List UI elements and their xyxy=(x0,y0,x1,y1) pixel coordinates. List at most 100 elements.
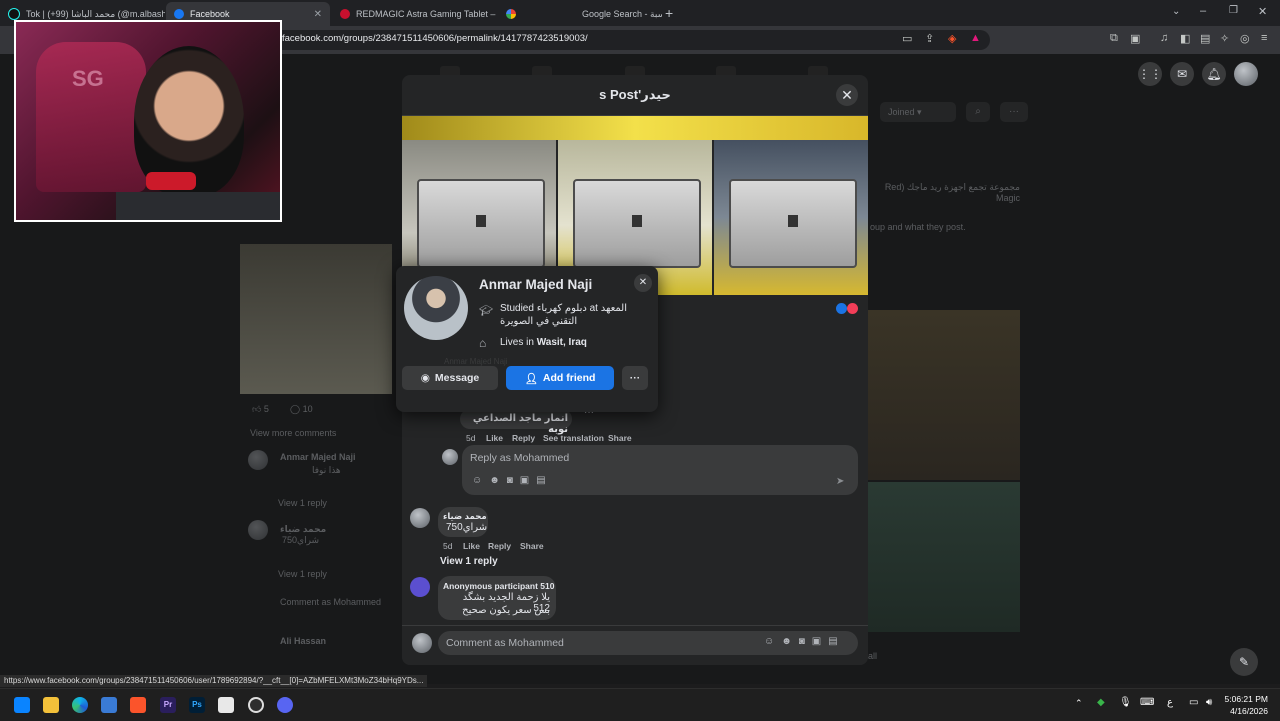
post-photo-dim xyxy=(240,244,392,394)
premiere-icon[interactable]: Pr xyxy=(160,697,176,713)
send-icon[interactable]: ➤ xyxy=(836,476,844,487)
reply-link[interactable]: Reply xyxy=(488,541,511,551)
joined-label: Joined xyxy=(888,107,915,117)
extensions-icon[interactable]: ⧉ xyxy=(1110,32,1118,45)
more-options-button[interactable]: ··· xyxy=(622,366,648,390)
messenger-icon: ◉ xyxy=(420,372,430,384)
bg-view-reply-link[interactable]: View 1 reply xyxy=(278,569,327,579)
graduation-cap-icon: 🎓︎ xyxy=(479,305,493,317)
close-window-icon[interactable]: ✕ xyxy=(1258,5,1267,18)
studied-info-line2: التقني في الصويرة xyxy=(500,316,578,327)
composer-toolbar-icons[interactable]: ☺☻◙▣▤ xyxy=(764,636,845,647)
tray-chevron-icon[interactable]: ⌃ xyxy=(1075,698,1083,709)
screenshot-icon[interactable]: ▣ xyxy=(1130,32,1140,45)
more-options-icon[interactable]: ··· xyxy=(1000,102,1028,122)
url-text[interactable]: facebook.com/groups/238471511450606/perm… xyxy=(282,33,588,44)
clock-date: 4/16/2026 xyxy=(1230,706,1268,716)
profile-name[interactable]: Anmar Majed Naji xyxy=(479,277,592,292)
windows-start-icon[interactable] xyxy=(14,697,30,713)
account-avatar[interactable] xyxy=(1234,62,1258,86)
microphone-icon[interactable]: 🎙︎ xyxy=(1119,697,1132,708)
system-clock[interactable]: 5:06:21 PM 4/16/2026 xyxy=(1225,693,1268,717)
brave-icon[interactable] xyxy=(130,697,146,713)
tab-google[interactable]: Google Search - حاسبة xyxy=(498,2,662,26)
comment-age: 5d xyxy=(443,541,453,551)
maximize-icon[interactable]: ❐ xyxy=(1229,5,1238,16)
volume-icon[interactable]: 🔊︎ xyxy=(1206,697,1212,708)
message-button[interactable]: ◉ Message xyxy=(402,366,498,390)
redmagic-icon xyxy=(340,9,350,19)
capture-tool-icon[interactable] xyxy=(218,697,234,713)
share-link[interactable]: Share xyxy=(520,541,544,551)
joined-button[interactable]: Joined ▾ xyxy=(880,102,956,122)
commenter-name[interactable]: Anonymous participant 510 xyxy=(443,581,554,591)
vpn-icon[interactable]: ◎ xyxy=(1240,32,1250,45)
tab-label: Facebook xyxy=(190,9,230,19)
tab-redmagic[interactable]: REDMAGIC Astra Gaming Tablet – Sm xyxy=(332,2,496,26)
windows-taskbar: Pr Ps ⌃ ◆ 🎙︎ ⌨ ع ▭ 🔊︎ 5:06:21 PM 4/16/20… xyxy=(0,688,1280,721)
notifications-icon[interactable]: 🔔︎ xyxy=(1202,62,1226,86)
comment-age: 5d xyxy=(466,433,476,443)
new-tab-icon[interactable]: + xyxy=(665,5,673,21)
lives-info: Lives in Wasit, Iraq xyxy=(500,337,587,348)
view-reply-link[interactable]: View 1 reply xyxy=(440,556,498,567)
tiktok-icon xyxy=(8,8,20,20)
close-icon[interactable]: ✕ xyxy=(634,274,652,292)
chevron-down-icon[interactable]: ⌄ xyxy=(1172,6,1180,17)
like-link[interactable]: Like xyxy=(463,541,480,551)
cast-icon[interactable]: ▭ xyxy=(902,32,912,45)
menu-grid-icon[interactable]: ⋮⋮ xyxy=(1138,62,1162,86)
bg-view-reply-link[interactable]: View 1 reply xyxy=(278,498,327,508)
share-link[interactable]: Share xyxy=(608,433,632,443)
my-avatar xyxy=(442,449,458,465)
close-icon[interactable]: ✕ xyxy=(836,84,858,106)
reply-toolbar-icons[interactable]: ☺☻◙▣▤ xyxy=(472,475,553,486)
gaming-chair xyxy=(36,42,146,192)
edge-icon[interactable] xyxy=(72,697,88,713)
post-photo-3[interactable] xyxy=(714,140,868,295)
brave-rewards-icon[interactable]: ▲ xyxy=(970,32,981,44)
comment-text-line2: بس سعر يكون صحيح xyxy=(462,605,550,616)
studied-info: Studied دبلوم كهرباء at المعهد xyxy=(500,303,628,314)
discord-icon[interactable] xyxy=(277,697,293,713)
see-translation-link[interactable]: See translation xyxy=(543,433,604,443)
like-link[interactable]: Like xyxy=(486,433,503,443)
messenger-icon[interactable]: ✉ xyxy=(1170,62,1194,86)
music-icon[interactable]: ♫ xyxy=(1160,32,1168,44)
webcam-overlay: SG xyxy=(14,20,282,222)
store-icon[interactable] xyxy=(101,697,117,713)
keyboard-icon[interactable]: ⌨ xyxy=(1140,697,1154,708)
comment-placeholder: Comment as Mohammed xyxy=(446,637,564,649)
bg-all-link[interactable]: all xyxy=(868,651,877,661)
brave-shield-icon[interactable]: ◈ xyxy=(948,32,956,45)
menu-icon[interactable]: ≡ xyxy=(1261,32,1267,44)
commenter-name[interactable]: محمد ضياء xyxy=(443,511,487,522)
wallet-icon[interactable]: ▤ xyxy=(1200,32,1210,45)
new-message-icon[interactable]: ✎ xyxy=(1230,648,1258,676)
minimize-icon[interactable]: – xyxy=(1200,5,1206,17)
tab-label: REDMAGIC Astra Gaming Tablet – Sm xyxy=(356,9,496,19)
comment-text: انمار ماجد الصداعي نوبه xyxy=(472,413,568,435)
clock-time: 5:06:21 PM xyxy=(1224,694,1268,704)
file-explorer-icon[interactable] xyxy=(43,697,59,713)
love-reaction-icon xyxy=(847,303,858,314)
obs-icon[interactable] xyxy=(248,697,264,713)
message-label: Message xyxy=(434,372,480,384)
network-icon[interactable]: ▭ xyxy=(1189,697,1198,708)
leo-ai-icon[interactable]: ✧ xyxy=(1220,32,1229,45)
add-friend-button[interactable]: 👤︎ Add friend xyxy=(506,366,614,390)
view-more-comments-link[interactable]: View more comments xyxy=(250,428,336,438)
sidebar-art-image xyxy=(868,482,1020,632)
bg-comment-name: Anmar Majed Naji xyxy=(280,452,356,462)
photoshop-icon[interactable]: Ps xyxy=(189,697,205,713)
reply-link[interactable]: Reply xyxy=(512,433,535,443)
sidebar-icon[interactable]: ◧ xyxy=(1180,32,1190,45)
close-tab-icon[interactable]: ✕ xyxy=(314,9,322,20)
tray-app-icon[interactable]: ◆ xyxy=(1097,697,1105,708)
language-indicator[interactable]: ع xyxy=(1167,697,1173,708)
share-icon[interactable]: ⇪ xyxy=(925,32,934,45)
commenter-avatar xyxy=(410,508,430,528)
bg-comment-input[interactable]: Comment as Mohammed xyxy=(280,597,381,607)
search-group-icon[interactable]: ⌕ xyxy=(966,102,990,122)
profile-avatar[interactable] xyxy=(404,276,468,340)
